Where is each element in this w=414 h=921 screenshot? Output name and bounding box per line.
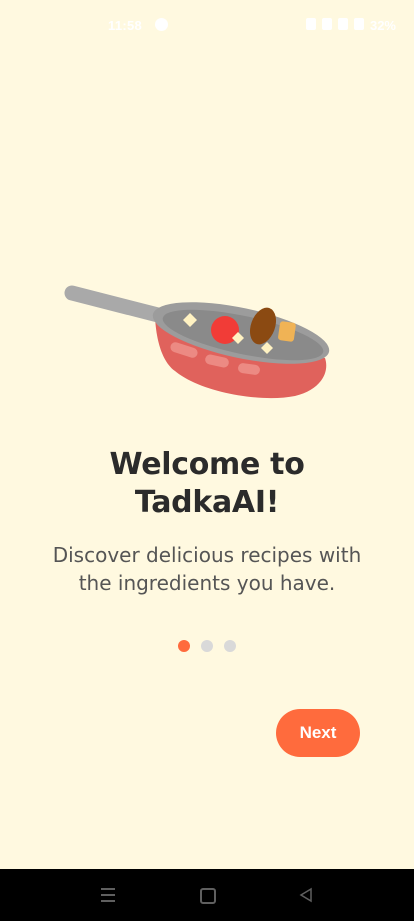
subtitle-line-2: the ingredients you have. — [78, 571, 336, 595]
subtitle-line-1: Discover delicious recipes with — [52, 543, 362, 567]
next-button[interactable]: Next — [276, 709, 360, 757]
status-time: 11:58 — [108, 18, 143, 33]
wifi-icon — [306, 18, 316, 30]
page-indicator — [0, 640, 414, 652]
title-line-2: TadkaAI! — [134, 485, 280, 520]
battery-icon — [354, 18, 364, 30]
system-nav-bar — [0, 869, 414, 921]
page-dot-1 — [178, 640, 190, 652]
page-subtitle: Discover delicious recipes with the ingr… — [36, 541, 378, 597]
battery-percentage: 32% — [369, 18, 396, 33]
page-dot-2 — [201, 640, 213, 652]
title-line-1: Welcome to — [109, 447, 305, 482]
sim-icon — [322, 18, 332, 30]
home-icon[interactable] — [200, 888, 216, 904]
status-icons — [306, 18, 364, 30]
notification-icon — [155, 18, 168, 31]
status-bar: 11:58 32% — [0, 0, 414, 52]
back-icon[interactable] — [298, 887, 314, 903]
page-dot-3 — [224, 640, 236, 652]
onboarding-screen: 11:58 32% Welcome to TadkaAI! Discover d… — [0, 0, 414, 869]
page-title: Welcome to TadkaAI! — [0, 446, 414, 522]
cooking-pan-icon — [64, 285, 330, 399]
signal-icon — [338, 18, 348, 30]
menu-icon[interactable] — [101, 888, 115, 902]
